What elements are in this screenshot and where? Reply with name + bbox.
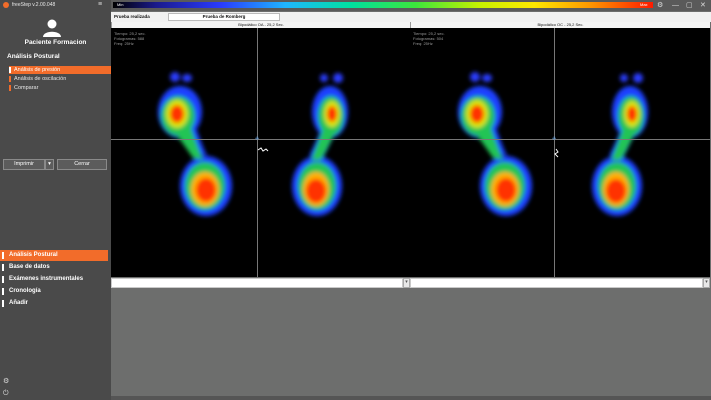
left-foot-heatmap — [158, 72, 232, 216]
stat-frequency: Freq: 25Hz — [114, 41, 134, 46]
subnav-comparar[interactable]: Comparar — [9, 84, 111, 92]
nav-base-datos[interactable]: Base de datos — [0, 262, 108, 273]
print-button[interactable]: Imprimir — [3, 159, 45, 170]
scale-min-label: Min — [117, 2, 124, 7]
menu-collapse-icon[interactable]: ≡ — [98, 1, 102, 9]
test-value-field[interactable]: Prueba de Romberg — [168, 13, 280, 21]
sidebar: freeStep v.2.00.048 ≡ Paciente Formacion… — [0, 0, 111, 400]
app-title: freeStep v.2.00.048 — [12, 2, 56, 8]
nav-examenes-instrumentales[interactable]: Exámenes instrumentales — [0, 274, 108, 285]
crosshair-horizontal — [111, 139, 410, 140]
section-title: Análisis Postural — [7, 53, 60, 60]
scroll-down-icon[interactable]: ▾ — [403, 278, 410, 288]
nav-anadir[interactable]: Añadir — [0, 298, 108, 309]
close-button[interactable]: Cerrar — [57, 159, 107, 170]
nav-analisis-postural[interactable]: Análisis Postural — [0, 250, 108, 261]
close-window-icon[interactable]: ✕ — [700, 1, 706, 10]
minimize-icon[interactable]: — — [672, 1, 679, 10]
stat-frequency: Freq: 25Hz — [413, 41, 433, 46]
patient-name: Paciente Formacion — [24, 39, 87, 46]
right-foot-heatmap — [592, 73, 648, 216]
scroll-down-icon[interactable]: ▾ — [703, 278, 710, 288]
test-label: Prueba realizada — [114, 14, 150, 19]
print-dropdown-icon[interactable]: ▾ — [45, 159, 54, 170]
center-of-pressure-marker-icon: ✛ — [255, 136, 260, 142]
sidebar-titlebar: freeStep v.2.00.048 ≡ — [0, 0, 111, 11]
stats-block: Tiempo: 25,2 sec. Fotogramas: 588 Freq: … — [114, 31, 146, 46]
pressure-panel-oa: Bipodálico OA - 25,2 Sec. Tiempo: 25,2 s… — [111, 22, 410, 277]
settings-icon[interactable]: ⚙ — [657, 1, 663, 10]
power-icon[interactable]: ⏻ — [3, 390, 9, 398]
user-avatar-icon — [43, 19, 61, 37]
left-foot-heatmap — [458, 72, 532, 216]
subnav-analisis-presion[interactable]: Análisis de presión — [9, 66, 111, 74]
status-bar — [111, 396, 711, 400]
pressure-panel-oc: Bipodálico OC - 25,2 Sec. Tiempo: 25,2 s… — [410, 22, 710, 277]
center-of-pressure-marker-icon: ✛ — [552, 136, 557, 142]
cop-trace-icon — [554, 148, 559, 158]
nav-cronologia[interactable]: Cronología — [0, 286, 108, 297]
scale-max-label: Max — [640, 2, 648, 7]
crosshair-horizontal — [410, 139, 710, 140]
pressure-color-scale — [113, 2, 653, 8]
timeline-strip-oa[interactable] — [111, 278, 403, 288]
subnav-analisis-oscilacion[interactable]: Análisis de oscilación — [9, 75, 111, 83]
app-logo-icon — [3, 2, 9, 8]
stats-block: Tiempo: 25,2 sec. Fotogramas: 504 Freq: … — [413, 31, 445, 46]
timeline-strip-oc[interactable] — [410, 278, 703, 288]
right-foot-heatmap — [292, 73, 348, 216]
cop-trace-icon — [257, 147, 269, 152]
settings-gear-icon[interactable]: ⚙ — [3, 378, 9, 386]
maximize-icon[interactable]: ▢ — [686, 1, 693, 10]
